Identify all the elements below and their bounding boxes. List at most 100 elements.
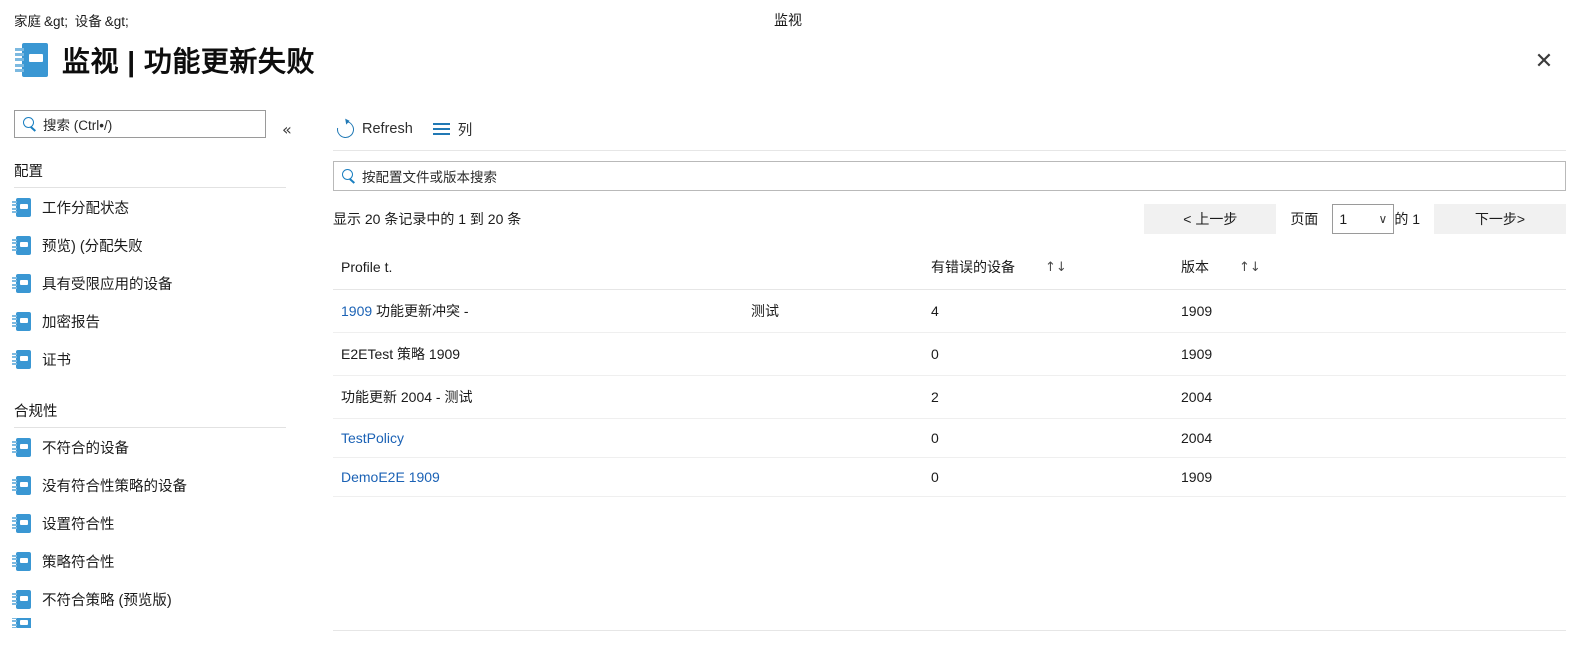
window-center-label: 监视 [774, 12, 802, 28]
table-row[interactable]: DemoE2E 1909 0 1909 [333, 457, 1566, 497]
cell-profile-name[interactable]: E2ETest 策略 1909 [333, 332, 743, 376]
profile-name-rest: 功能更新 2004 - 测试 [341, 389, 473, 405]
table-body: 1909 功能更新冲突 - 测试 4 1909 E2ETest 策略 1909 … [333, 289, 1566, 497]
search-icon [22, 116, 38, 132]
sidebar-item-policy-compliance[interactable]: 策略符合性 [0, 542, 320, 580]
profile-name-rest: 功能更新冲突 - [372, 303, 469, 319]
page-title-row: 监视 | 功能更新失败 [14, 40, 315, 80]
sidebar-item-label: 不符合的设备 [42, 440, 129, 457]
cell-version: 1909 [1173, 457, 1566, 497]
columns-label: 列 [457, 122, 473, 139]
sidebar-item-label: 没有符合性策略的设备 [42, 478, 187, 495]
sidebar-item-label: 不符合策略 (预览版) [42, 592, 172, 609]
sidebar-item-devices-restricted-apps[interactable]: 具有受限应用的设备 [0, 264, 320, 302]
chevron-down-icon: ∨ [1378, 212, 1388, 226]
sort-arrows-icon[interactable]: ↑↓ [1239, 261, 1261, 274]
sidebar-item-devices-without-compliance-policy[interactable]: 没有符合性策略的设备 [0, 466, 320, 504]
monitor-page: 家庭 &gt; 设备 &gt; 监视 ✕ 监视 | 功能更新失败 搜索 (Ctrl•… [0, 0, 1576, 652]
divider [333, 150, 1566, 151]
table-row[interactable]: 功能更新 2004 - 测试 2 2004 [333, 375, 1566, 419]
sidebar-item-encryption-report[interactable]: 加密报告 [0, 302, 320, 340]
cell-profile-name[interactable]: DemoE2E 1909 [333, 457, 743, 497]
cell-profile-subname: 测试 [743, 289, 923, 333]
sidebar-item-label: 加密报告 [42, 314, 100, 331]
table-row[interactable]: TestPolicy 0 2004 [333, 418, 1566, 458]
cell-profile-subname [743, 375, 923, 419]
cell-devices-with-errors: 2 [923, 375, 1173, 419]
sidebar-item-noncompliant-devices[interactable]: 不符合的设备 [0, 428, 320, 466]
notebook-icon [12, 513, 31, 533]
sidebar-item-partial[interactable] [0, 618, 320, 628]
pagination-controls: < 上一步 页面 1 ∨ 的 1 下一步> [1144, 203, 1566, 235]
profile-link[interactable]: 1909 [341, 303, 372, 319]
column-header-version[interactable]: 版本 ↑↓ [1173, 251, 1566, 290]
columns-icon [432, 122, 450, 136]
notebook-icon [12, 235, 31, 255]
sidebar-item-label: 具有受限应用的设备 [42, 276, 173, 293]
next-page-button[interactable]: 下一步> [1434, 204, 1566, 234]
collapse-sidebar-icon[interactable]: « [282, 120, 292, 139]
page-label: 页面 [1290, 211, 1319, 227]
search-placeholder: 搜索 (Ctrl•/) [43, 118, 113, 133]
notebook-icon [15, 43, 48, 77]
profile-link[interactable]: TestPolicy [341, 430, 404, 446]
notebook-icon [12, 437, 31, 457]
notebook-icon [12, 197, 31, 217]
notebook-icon [12, 311, 31, 331]
columns-button[interactable]: 列 [432, 119, 473, 140]
column-header-devices-with-errors[interactable]: 有错误的设备 ↑↓ [923, 251, 1173, 290]
filter-input[interactable]: 按配置文件或版本搜索 [333, 161, 1566, 191]
cell-devices-with-errors: 4 [923, 289, 1173, 333]
table-header-row: Profile t. 有错误的设备 ↑↓ 版本 ↑↓ [333, 251, 1566, 290]
page-number-value: 1 [1339, 211, 1348, 227]
refresh-icon [333, 117, 358, 141]
sidebar-item-label: 工作分配状态 [42, 200, 129, 217]
page-title: 监视 | 功能更新失败 [62, 46, 315, 77]
refresh-label: Refresh [362, 121, 413, 137]
sidebar-item-assignment-failures[interactable]: 预览) (分配失败 [0, 226, 320, 264]
notebook-icon [12, 349, 31, 369]
search-icon [341, 168, 357, 184]
sidebar-item-label: 证书 [42, 352, 71, 369]
table-row[interactable]: 1909 功能更新冲突 - 测试 4 1909 [333, 289, 1566, 333]
sidebar-item-assignment-status[interactable]: 工作分配状态 [0, 188, 320, 226]
sidebar-item-noncompliant-policies[interactable]: 不符合策略 (预览版) [0, 580, 320, 618]
notebook-icon [12, 618, 31, 628]
pagination-bar: 显示 20 条记录中的 1 到 20 条 < 上一步 页面 1 ∨ 的 1 下一… [333, 203, 1566, 235]
column-header-label: 有错误的设备 [931, 259, 1015, 275]
page-number-select[interactable]: 1 ∨ [1332, 204, 1395, 234]
previous-page-button[interactable]: < 上一步 [1144, 204, 1277, 234]
table-row[interactable]: E2ETest 策略 1909 0 1909 [333, 332, 1566, 376]
close-icon[interactable]: ✕ [1530, 48, 1558, 76]
sort-arrows-icon[interactable]: ↑↓ [1045, 261, 1067, 274]
profile-link[interactable]: DemoE2E 1909 [341, 469, 440, 485]
search-input[interactable]: 搜索 (Ctrl•/) [14, 110, 266, 138]
page-total-label: 的 1 [1394, 211, 1420, 227]
cell-version: 1909 [1173, 289, 1566, 333]
cell-devices-with-errors: 0 [923, 457, 1173, 497]
cell-profile-name[interactable]: 功能更新 2004 - 测试 [333, 375, 743, 419]
sidebar-section-heading-compliance: 合规性 [14, 404, 58, 420]
refresh-button[interactable]: Refresh [333, 117, 413, 141]
divider [333, 630, 1566, 631]
notebook-icon [12, 589, 31, 609]
sidebar: 搜索 (Ctrl•/) 配置 工作分配状态 预览) (分配失败 具有受限应用的设… [0, 110, 320, 628]
pagination-summary: 显示 20 条记录中的 1 到 20 条 [333, 211, 522, 227]
column-header-label: 版本 [1181, 259, 1209, 275]
cell-profile-name[interactable]: 1909 功能更新冲突 - [333, 289, 743, 333]
sidebar-item-label: 设置符合性 [42, 516, 115, 533]
cell-version: 1909 [1173, 332, 1566, 376]
toolbar: Refresh 列 [333, 110, 1566, 148]
cell-profile-subname [743, 332, 923, 376]
sidebar-item-certificates[interactable]: 证书 [0, 340, 320, 378]
profiles-table: Profile t. 有错误的设备 ↑↓ 版本 ↑↓ 1909 功能更新冲突 -… [333, 251, 1566, 497]
column-header-label: Profile t. [341, 259, 393, 275]
profile-name-rest: E2ETest 策略 1909 [341, 346, 461, 362]
sidebar-item-label: 预览) (分配失败 [42, 238, 143, 255]
cell-profile-name[interactable]: TestPolicy [333, 418, 743, 458]
notebook-icon [12, 273, 31, 293]
cell-devices-with-errors: 0 [923, 332, 1173, 376]
column-header-profile[interactable]: Profile t. [333, 251, 743, 290]
sidebar-item-setting-compliance[interactable]: 设置符合性 [0, 504, 320, 542]
column-header-blank [743, 251, 923, 290]
